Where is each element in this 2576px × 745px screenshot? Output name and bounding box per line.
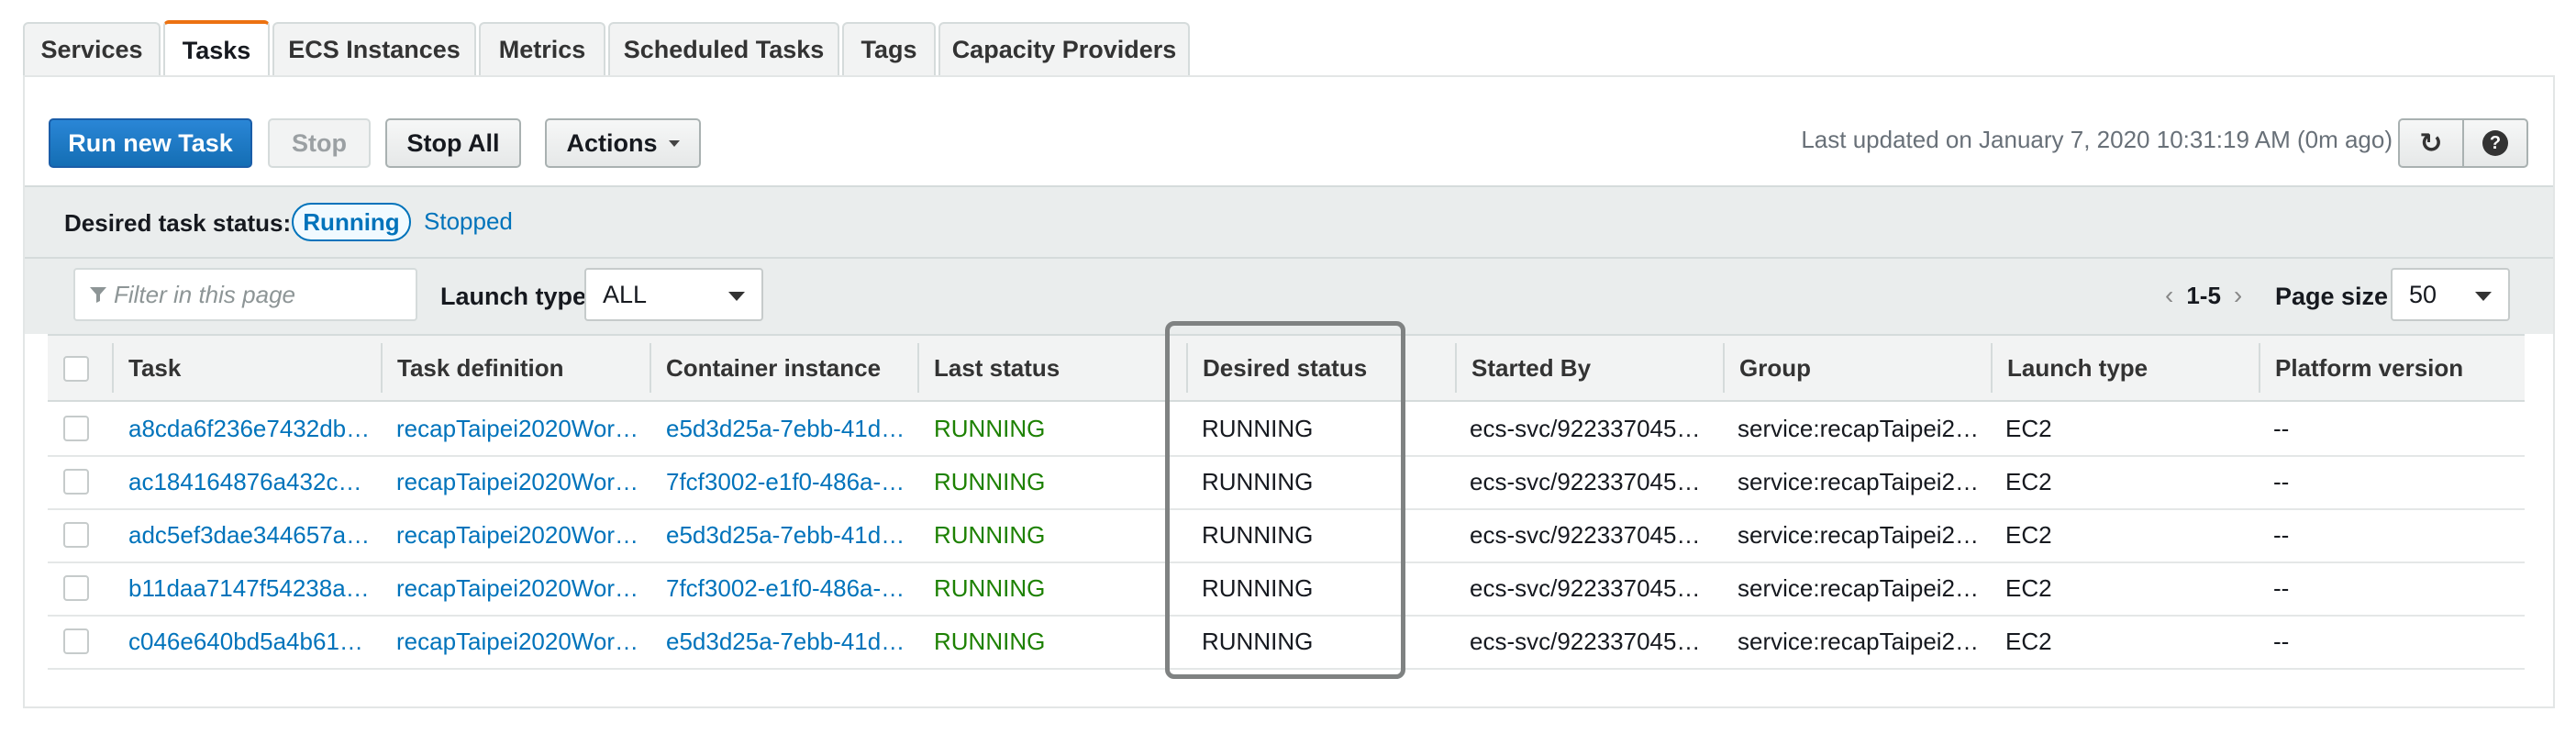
stop-all-button[interactable]: Stop All	[385, 118, 521, 168]
column-header-last-status[interactable]: Last status	[934, 354, 1060, 383]
task-id-link[interactable]: c046e640bd5a4b61…	[128, 628, 372, 656]
launch-type-value: EC2	[2005, 628, 2052, 655]
page-size-value: 50	[2409, 280, 2437, 308]
container-instance-link[interactable]: e5d3d25a-7ebb-41d…	[666, 628, 909, 656]
container-instance-link[interactable]: e5d3d25a-7ebb-41d…	[666, 521, 909, 550]
chevron-down-icon	[668, 139, 680, 147]
column-header-container-instance[interactable]: Container instance	[666, 354, 881, 383]
task-definition-link[interactable]: recapTaipei2020Wor…	[396, 574, 639, 603]
tab-ecs-instances[interactable]: ECS Instances	[272, 22, 476, 75]
row-checkbox[interactable]	[63, 522, 89, 548]
launch-type-value: EC2	[2005, 521, 2052, 549]
tab-capacity-providers[interactable]: Capacity Providers	[938, 22, 1190, 75]
column-header-platform-version[interactable]: Platform version	[2275, 354, 2463, 383]
task-definition-link[interactable]: recapTaipei2020Wor…	[396, 628, 639, 656]
platform-version-value: --	[2273, 521, 2290, 549]
tab-metrics[interactable]: Metrics	[479, 22, 605, 75]
row-checkbox[interactable]	[63, 416, 89, 441]
group-value: service:recapTaipei2…	[1738, 521, 1980, 549]
column-divider	[112, 343, 114, 393]
page-size-label: Page size	[2275, 283, 2389, 310]
chevron-down-icon	[2475, 292, 2492, 301]
row-checkbox[interactable]	[63, 469, 89, 495]
launch-type-value: EC2	[2005, 415, 2052, 442]
column-header-started-by[interactable]: Started By	[1471, 354, 1591, 383]
help-button[interactable]: ?	[2462, 118, 2528, 168]
column-divider	[1723, 343, 1725, 393]
filter-icon	[90, 287, 106, 303]
pagination: ‹ 1-5 ›	[2165, 281, 2242, 310]
container-instance-link[interactable]: 7fcf3002-e1f0-486a-…	[666, 574, 909, 603]
started-by-value: ecs-svc/922337045…	[1470, 574, 1701, 602]
select-all-checkbox[interactable]	[63, 356, 89, 382]
platform-version-value: --	[2273, 628, 2290, 655]
column-divider	[2259, 343, 2260, 393]
chevron-down-icon	[728, 292, 745, 301]
actions-button[interactable]: Actions	[545, 118, 701, 168]
page-range: 1-5	[2186, 281, 2221, 309]
task-id-link[interactable]: adc5ef3dae344657a…	[128, 521, 372, 550]
last-status-value: RUNNING	[934, 628, 1046, 655]
launch-type-select[interactable]: ALL	[584, 268, 763, 321]
page-size-select[interactable]: 50	[2391, 268, 2510, 321]
tab-scheduled-tasks[interactable]: Scheduled Tasks	[608, 22, 839, 75]
refresh-button[interactable]: ↻	[2398, 118, 2464, 168]
status-running-toggle[interactable]: Running	[292, 203, 411, 241]
launch-type-label: Launch type	[440, 283, 587, 310]
last-status-value: RUNNING	[934, 415, 1046, 442]
prev-page-icon[interactable]: ‹	[2165, 281, 2173, 310]
next-page-icon[interactable]: ›	[2234, 281, 2242, 310]
task-definition-link[interactable]: recapTaipei2020Wor…	[396, 415, 639, 443]
column-header-task[interactable]: Task	[128, 354, 181, 383]
status-stopped-link[interactable]: Stopped	[424, 207, 513, 236]
platform-version-value: --	[2273, 468, 2290, 495]
row-checkbox[interactable]	[63, 575, 89, 601]
launch-type-value: ALL	[603, 280, 648, 308]
column-divider	[1455, 343, 1457, 393]
desired-status-label: Desired task status:	[64, 209, 292, 237]
task-definition-link[interactable]: recapTaipei2020Wor…	[396, 521, 639, 550]
started-by-value: ecs-svc/922337045…	[1470, 628, 1701, 655]
task-id-link[interactable]: a8cda6f236e7432db…	[128, 415, 372, 443]
started-by-value: ecs-svc/922337045…	[1470, 415, 1701, 442]
desired-status-highlight-box	[1165, 321, 1405, 679]
column-divider	[1991, 343, 1993, 393]
platform-version-value: --	[2273, 415, 2290, 442]
column-divider	[381, 343, 383, 393]
column-divider	[650, 343, 651, 393]
filter-input[interactable]: Filter in this page	[73, 268, 417, 321]
column-divider	[917, 343, 919, 393]
last-status-value: RUNNING	[934, 521, 1046, 549]
container-instance-link[interactable]: 7fcf3002-e1f0-486a-…	[666, 468, 909, 496]
task-definition-link[interactable]: recapTaipei2020Wor…	[396, 468, 639, 496]
group-value: service:recapTaipei2…	[1738, 574, 1980, 602]
run-new-task-button[interactable]: Run new Task	[49, 118, 252, 168]
group-value: service:recapTaipei2…	[1738, 628, 1980, 655]
tab-tags[interactable]: Tags	[842, 22, 936, 75]
actions-label: Actions	[566, 128, 658, 157]
column-header-launch-type[interactable]: Launch type	[2007, 354, 2148, 383]
column-header-task-definition[interactable]: Task definition	[397, 354, 564, 383]
started-by-value: ecs-svc/922337045…	[1470, 468, 1701, 495]
refresh-icon: ↻	[2419, 128, 2443, 159]
column-header-group[interactable]: Group	[1739, 354, 1811, 383]
task-id-link[interactable]: b11daa7147f54238a…	[128, 574, 372, 603]
launch-type-value: EC2	[2005, 468, 2052, 495]
last-status-value: RUNNING	[934, 574, 1046, 602]
last-status-value: RUNNING	[934, 468, 1046, 495]
group-value: service:recapTaipei2…	[1738, 468, 1980, 495]
stop-button[interactable]: Stop	[268, 118, 371, 168]
platform-version-value: --	[2273, 574, 2290, 602]
task-id-link[interactable]: ac184164876a432c…	[128, 468, 372, 496]
tab-tasks[interactable]: Tasks	[163, 20, 270, 77]
group-value: service:recapTaipei2…	[1738, 415, 1980, 442]
help-icon: ?	[2482, 130, 2508, 156]
started-by-value: ecs-svc/922337045…	[1470, 521, 1701, 549]
filter-placeholder: Filter in this page	[114, 280, 295, 308]
row-checkbox[interactable]	[63, 628, 89, 654]
tab-services[interactable]: Services	[23, 22, 161, 75]
launch-type-value: EC2	[2005, 574, 2052, 602]
last-updated-text: Last updated on January 7, 2020 10:31:19…	[1801, 126, 2393, 153]
container-instance-link[interactable]: e5d3d25a-7ebb-41d…	[666, 415, 909, 443]
